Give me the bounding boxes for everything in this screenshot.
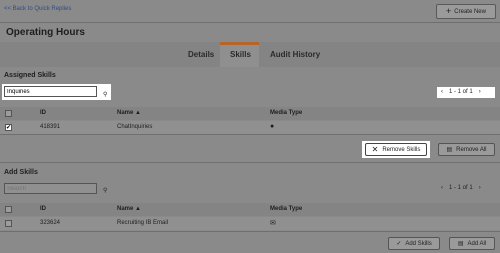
- select-all-checkbox[interactable]: [5, 110, 12, 117]
- page-title: Operating Hours: [6, 27, 85, 38]
- column-id[interactable]: ID: [40, 206, 46, 212]
- top-bar: << Back to Quick Replies + Create New: [0, 0, 500, 22]
- back-to-quick-replies-link[interactable]: << Back to Quick Replies: [4, 6, 71, 12]
- assigned-grid-divider: [0, 134, 500, 135]
- remove-all-label: Remove All: [456, 146, 487, 153]
- column-name[interactable]: Name ▲: [117, 110, 141, 116]
- add-all-label: Add All: [467, 240, 487, 247]
- add-grid-header: ID Name ▲ Media Type: [0, 203, 500, 216]
- prev-page-icon[interactable]: ‹: [441, 89, 443, 95]
- column-media-type[interactable]: Media Type: [270, 110, 302, 116]
- add-skills-label: Add Skills: [405, 240, 432, 247]
- select-all-checkbox[interactable]: [5, 206, 12, 213]
- prev-page-icon[interactable]: ‹: [441, 185, 443, 191]
- search-icon[interactable]: ⚲: [103, 187, 107, 194]
- add-skills-title: Add Skills: [4, 169, 38, 176]
- assigned-search-input[interactable]: [4, 86, 97, 97]
- column-media-type[interactable]: Media Type: [270, 206, 302, 212]
- email-icon: ✉: [270, 220, 276, 227]
- row-name: Recruiting IB Email: [117, 220, 169, 226]
- tab-audit-history[interactable]: Audit History: [270, 50, 320, 59]
- column-id[interactable]: ID: [40, 110, 46, 116]
- add-skills-button[interactable]: ✓ Add Skills: [388, 237, 440, 250]
- row-checkbox[interactable]: ✔: [5, 124, 12, 131]
- add-search-input[interactable]: [4, 183, 97, 194]
- remove-skills-button[interactable]: ✕ Remove Skills: [365, 143, 427, 156]
- checkmark-icon: ✓: [396, 241, 402, 247]
- search-icon[interactable]: ⚲: [103, 91, 107, 98]
- assigned-grid-header: ID Name ▲ Media Type: [0, 107, 500, 120]
- tab-skills[interactable]: Skills: [230, 50, 251, 59]
- list-icon: ▤: [446, 147, 453, 153]
- assigned-skills-title: Assigned Skills: [4, 72, 56, 79]
- add-grid-divider: [0, 231, 500, 232]
- add-all-button[interactable]: ▤ Add All: [449, 237, 495, 250]
- plus-icon: +: [446, 6, 452, 16]
- next-page-icon[interactable]: ›: [479, 185, 481, 191]
- add-pager: ‹ 1 - 1 of 1 ›: [441, 185, 481, 191]
- row-checkbox[interactable]: [5, 220, 12, 227]
- section-divider: [0, 162, 500, 163]
- row-name: ChatInquiries: [117, 124, 153, 130]
- chat-icon: ●: [270, 123, 275, 130]
- table-row[interactable]: 323624 Recruiting IB Email ✉: [0, 217, 500, 230]
- remove-skills-label: Remove Skills: [382, 146, 421, 153]
- tab-details[interactable]: Details: [188, 50, 214, 59]
- assigned-pager: ‹ 1 - 1 of 1 ›: [441, 89, 481, 95]
- row-id: 323624: [40, 220, 61, 226]
- column-name[interactable]: Name ▲: [117, 206, 141, 212]
- active-tab-accent: [220, 42, 259, 45]
- remove-all-button[interactable]: ▤ Remove All: [438, 143, 495, 156]
- table-row[interactable]: ✔ 418391 ChatInquiries ●: [0, 121, 500, 134]
- next-page-icon[interactable]: ›: [479, 89, 481, 95]
- row-id: 418391: [40, 124, 61, 130]
- create-new-label: Create New: [454, 8, 486, 15]
- list-icon: ▤: [457, 241, 464, 247]
- close-icon: ✕: [371, 145, 379, 154]
- header-divider: [0, 22, 500, 23]
- assigned-pager-text: 1 - 1 of 1: [449, 89, 473, 95]
- create-new-button[interactable]: + Create New: [436, 4, 496, 19]
- add-pager-text: 1 - 1 of 1: [449, 185, 473, 191]
